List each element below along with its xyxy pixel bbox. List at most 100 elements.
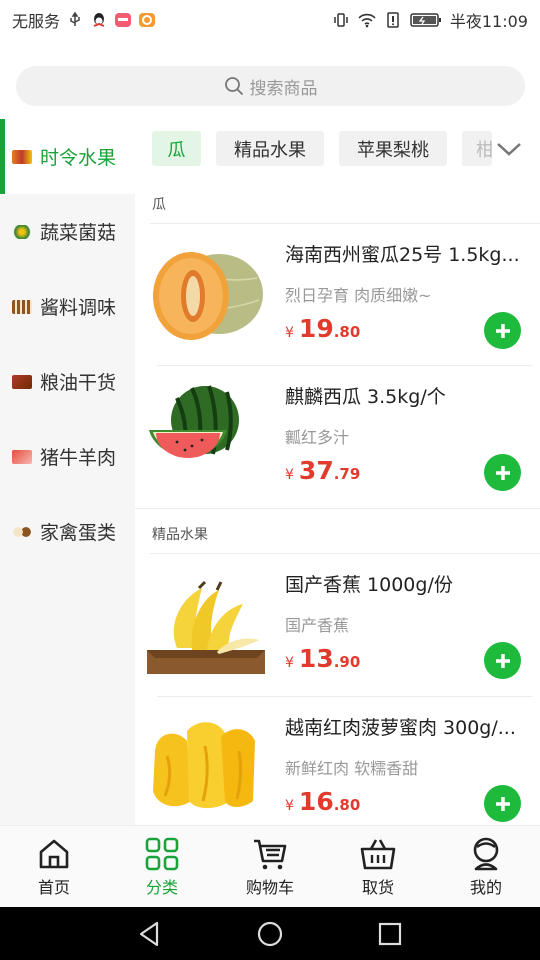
product-subtitle: 新鲜红肉 软糯香甜 <box>285 759 419 778</box>
category-sidebar: 时令水果 蔬菜菌菇 酱料调味 粮油干货 猪牛羊肉 家禽蛋类 <box>0 119 135 825</box>
nav-label: 取货 <box>361 878 394 897</box>
bottom-navigation: 首页 分类 购物车 取货 我的 <box>0 825 540 907</box>
battery-icon <box>410 13 441 27</box>
sidebar-item-grain-oil[interactable]: 粮油干货 <box>0 344 135 419</box>
product-subtitle: 瓤红多汁 <box>285 428 350 447</box>
sidebar-item-meat[interactable]: 猪牛羊肉 <box>0 419 135 494</box>
price-currency: ¥ <box>285 325 294 341</box>
sidebar-item-sauces[interactable]: 酱料调味 <box>0 269 135 344</box>
tab-label: 柑 <box>476 139 492 161</box>
price-decimal: .90 <box>333 653 361 671</box>
add-to-cart-button[interactable] <box>484 785 521 822</box>
status-left: 无服务 <box>12 8 156 32</box>
nav-category[interactable]: 分类 <box>108 826 216 908</box>
tab-melon[interactable]: 瓜 <box>152 131 201 166</box>
search-icon <box>224 77 243 96</box>
nav-profile[interactable]: 我的 <box>432 826 540 908</box>
sidebar-item-label: 时令水果 <box>40 147 117 169</box>
product-title: 海南西州蜜瓜25号 1.5kg... <box>285 244 520 266</box>
back-icon[interactable] <box>135 919 165 949</box>
sidebar-item-poultry-eggs[interactable]: 家禽蛋类 <box>0 494 135 569</box>
grid-icon <box>145 837 179 871</box>
price-decimal: .80 <box>333 796 361 814</box>
product-card[interactable]: 麒麟西瓜 3.5kg/个 瓤红多汁 ¥ 37 .79 <box>135 366 540 508</box>
jackfruit-image <box>153 722 255 809</box>
subcategory-tabs: 瓜 精品水果 苹果梨桃 柑 <box>135 119 540 179</box>
product-price: ¥ 19 .80 <box>285 314 360 343</box>
product-price: ¥ 37 .79 <box>285 456 360 485</box>
price-currency: ¥ <box>285 655 294 671</box>
add-to-cart-button[interactable] <box>484 642 521 679</box>
watermelon-image <box>149 385 239 458</box>
nav-label: 首页 <box>37 878 70 897</box>
recents-icon[interactable] <box>375 919 405 949</box>
search-input[interactable]: 搜索商品 <box>16 66 525 106</box>
price-decimal: .80 <box>333 323 361 341</box>
sidebar-item-label: 蔬菜菌菇 <box>40 222 117 244</box>
hami-melon-image <box>153 252 263 340</box>
product-title: 越南红肉菠萝蜜肉 300g/... <box>285 717 516 739</box>
price-integer: 16 <box>298 787 334 816</box>
profile-icon <box>473 837 499 871</box>
cart-icon <box>254 839 287 870</box>
seasonal-fruit-thumb-icon <box>12 149 32 164</box>
sidebar-item-seasonal-fruit[interactable]: 时令水果 <box>0 119 135 194</box>
qq-icon <box>93 13 105 27</box>
usb-icon <box>70 11 80 26</box>
product-subtitle: 烈日孕育 肉质细嫩~ <box>285 286 432 305</box>
plus-icon <box>495 796 510 811</box>
sidebar-item-label: 酱料调味 <box>40 297 117 319</box>
poultry-eggs-thumb-icon <box>12 524 32 539</box>
clock-text: 半夜11:09 <box>449 12 528 31</box>
tab-label: 瓜 <box>167 139 186 161</box>
nav-label: 购物车 <box>245 878 294 897</box>
product-subtitle: 国产香蕉 <box>285 616 350 635</box>
price-integer: 19 <box>298 314 334 343</box>
home-icon <box>39 839 69 869</box>
divider <box>135 508 540 509</box>
sauces-thumb-icon <box>12 299 32 314</box>
tab-label: 苹果梨桃 <box>357 139 429 161</box>
sidebar-item-label: 猪牛羊肉 <box>40 447 117 469</box>
nav-cart[interactable]: 购物车 <box>216 826 324 908</box>
product-price: ¥ 13 .90 <box>285 644 360 673</box>
tab-apple-pear-peach[interactable]: 苹果梨桃 <box>339 131 447 166</box>
app-notification-icon <box>115 13 132 27</box>
tab-label: 精品水果 <box>234 139 306 161</box>
nav-pickup[interactable]: 取货 <box>324 826 432 908</box>
add-to-cart-button[interactable] <box>484 312 521 349</box>
basket-icon <box>360 839 396 870</box>
price-currency: ¥ <box>285 798 294 814</box>
sidebar-item-vegetables[interactable]: 蔬菜菌菇 <box>0 194 135 269</box>
wifi-icon <box>358 13 376 28</box>
vegetables-thumb-icon <box>12 224 32 239</box>
product-card[interactable]: 海南西州蜜瓜25号 1.5kg... 烈日孕育 肉质细嫩~ ¥ 19 .80 <box>135 224 540 366</box>
product-card[interactable]: 越南红肉菠萝蜜肉 300g/... 新鲜红肉 软糯香甜 ¥ 16 .80 <box>135 697 540 839</box>
nav-home[interactable]: 首页 <box>0 826 108 908</box>
plus-icon <box>495 653 510 668</box>
product-card[interactable]: 国产香蕉 1000g/份 国产香蕉 ¥ 13 .90 <box>135 554 540 696</box>
banana-image <box>147 580 265 674</box>
price-integer: 37 <box>298 456 334 485</box>
carrier-text: 无服务 <box>12 12 61 31</box>
plus-icon <box>495 465 510 480</box>
home-circle-icon[interactable] <box>255 919 285 949</box>
system-navigation-bar <box>0 907 540 960</box>
chevron-down-icon[interactable] <box>493 133 525 165</box>
nav-label: 分类 <box>145 878 178 897</box>
sidebar-item-label: 粮油干货 <box>40 372 117 394</box>
status-right: 半夜11:09 <box>332 8 528 32</box>
sim-alert-icon <box>387 12 399 28</box>
add-to-cart-button[interactable] <box>484 454 521 491</box>
status-bar: 无服务 半夜11:09 <box>0 0 540 36</box>
product-price: ¥ 16 .80 <box>285 787 360 816</box>
plus-icon <box>495 323 510 338</box>
tab-citrus-partial[interactable]: 柑 <box>462 131 492 166</box>
search-placeholder: 搜索商品 <box>249 78 318 99</box>
price-integer: 13 <box>298 644 334 673</box>
nav-label: 我的 <box>469 878 502 897</box>
vibrate-icon <box>334 13 348 27</box>
grain-oil-thumb-icon <box>12 374 32 389</box>
section-label-premium-fruit: 精品水果 <box>152 527 208 543</box>
tab-premium-fruit[interactable]: 精品水果 <box>216 131 324 166</box>
